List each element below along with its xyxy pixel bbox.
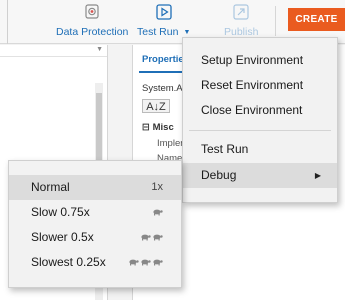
category-label: Misc <box>152 122 174 133</box>
debug-speed-menu: Normal 1x Slow 0.75x Slower 0.5x Slowest… <box>8 160 182 288</box>
ribbon-divider <box>275 6 276 36</box>
test-run-menu: Setup Environment Reset Environment Clos… <box>182 37 338 203</box>
menu-item-reset-environment[interactable]: Reset Environment <box>183 73 337 98</box>
speed-label: Slower 0.5x <box>31 230 94 244</box>
speed-label: Normal <box>31 180 70 194</box>
submenu-arrow-icon: ▶ <box>314 171 321 180</box>
properties-object-name: System.Ac <box>142 83 188 94</box>
turtle-icon <box>141 234 151 241</box>
ribbon-left-edge <box>0 0 8 44</box>
collapse-icon: ⊟ <box>142 122 153 133</box>
sort-alphabetical-button[interactable]: A↓Z <box>142 99 170 113</box>
menu-item-close-environment[interactable]: Close Environment <box>183 98 337 123</box>
chevron-down-icon: ▼ <box>183 28 191 36</box>
turtle-speed-icons <box>140 233 163 241</box>
publish-button[interactable]: Publish <box>224 3 258 38</box>
speed-label: Slowest 0.25x <box>31 255 106 269</box>
menu-item-slower[interactable]: Slower 0.5x <box>9 225 181 250</box>
property-row[interactable]: Impler <box>157 138 183 149</box>
turtle-icon <box>153 259 163 266</box>
turtle-speed-icons <box>128 258 163 266</box>
menu-item-normal[interactable]: Normal 1x <box>9 175 181 200</box>
data-protection-icon <box>83 3 101 21</box>
menu-item-slowest[interactable]: Slowest 0.25x <box>9 250 181 275</box>
turtle-icon <box>141 259 151 266</box>
properties-category[interactable]: ⊟ Misc <box>142 122 174 133</box>
menu-divider <box>189 130 331 131</box>
turtle-icon <box>153 234 163 241</box>
data-protection-label: Data Protection <box>56 26 129 38</box>
menu-item-debug-label: Debug <box>201 168 237 182</box>
publish-icon <box>232 3 250 21</box>
turtle-speed-icons <box>152 208 163 216</box>
create-button[interactable]: CREATE <box>288 8 345 31</box>
test-run-icon <box>155 3 173 21</box>
menu-item-test-run[interactable]: Test Run <box>183 137 337 162</box>
speed-label: Slow 0.75x <box>31 205 90 219</box>
turtle-icon <box>153 209 163 216</box>
data-protection-button[interactable]: Data Protection <box>56 3 128 38</box>
test-run-button[interactable]: Test Run ▼ <box>137 3 190 38</box>
turtle-icon <box>129 259 139 266</box>
left-pane-header: ▼ <box>0 45 107 57</box>
menu-item-debug[interactable]: Debug ▶ <box>183 163 337 188</box>
speed-multiplier: 1x <box>151 181 163 193</box>
menu-item-setup-environment[interactable]: Setup Environment <box>183 48 337 73</box>
menu-item-slow[interactable]: Slow 0.75x <box>9 200 181 225</box>
pane-collapse-icon[interactable]: ▼ <box>96 46 103 53</box>
test-run-label: Test Run <box>137 26 179 38</box>
